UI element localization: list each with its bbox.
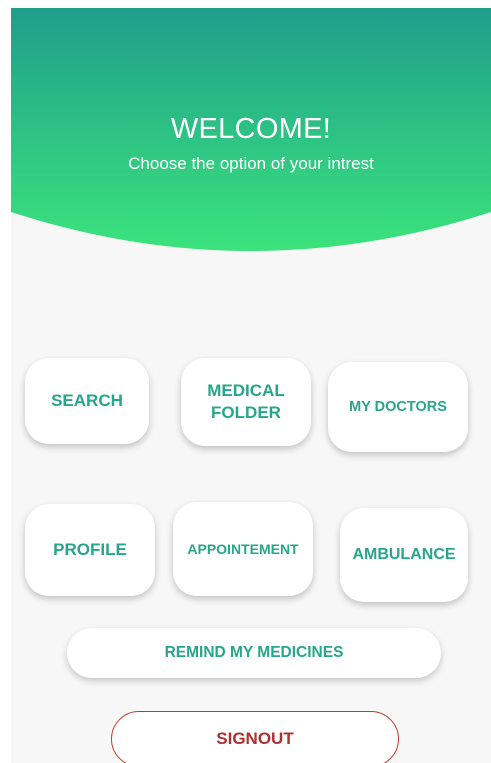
- search-button[interactable]: SEARCH: [25, 358, 149, 444]
- appointment-button[interactable]: APPOINTEMENT: [173, 502, 313, 596]
- home-view: WELCOME! Choose the option of your intre…: [11, 8, 491, 763]
- remind-medicines-button[interactable]: REMIND MY MEDICINES: [67, 628, 441, 678]
- app-screen: WELCOME! Choose the option of your intre…: [0, 0, 491, 763]
- medical-folder-button[interactable]: MEDICAL FOLDER: [181, 358, 311, 446]
- ambulance-button[interactable]: AMBULANCE: [340, 508, 468, 602]
- welcome-title: WELCOME!: [170, 113, 332, 145]
- my-doctors-button[interactable]: MY DOCTORS: [328, 362, 468, 452]
- header-text: WELCOME! Choose the option of your intre…: [11, 112, 491, 175]
- welcome-subtitle: Choose the option of your intrest: [128, 154, 374, 173]
- signout-button[interactable]: SIGNOUT: [111, 711, 399, 763]
- profile-button[interactable]: PROFILE: [25, 504, 155, 596]
